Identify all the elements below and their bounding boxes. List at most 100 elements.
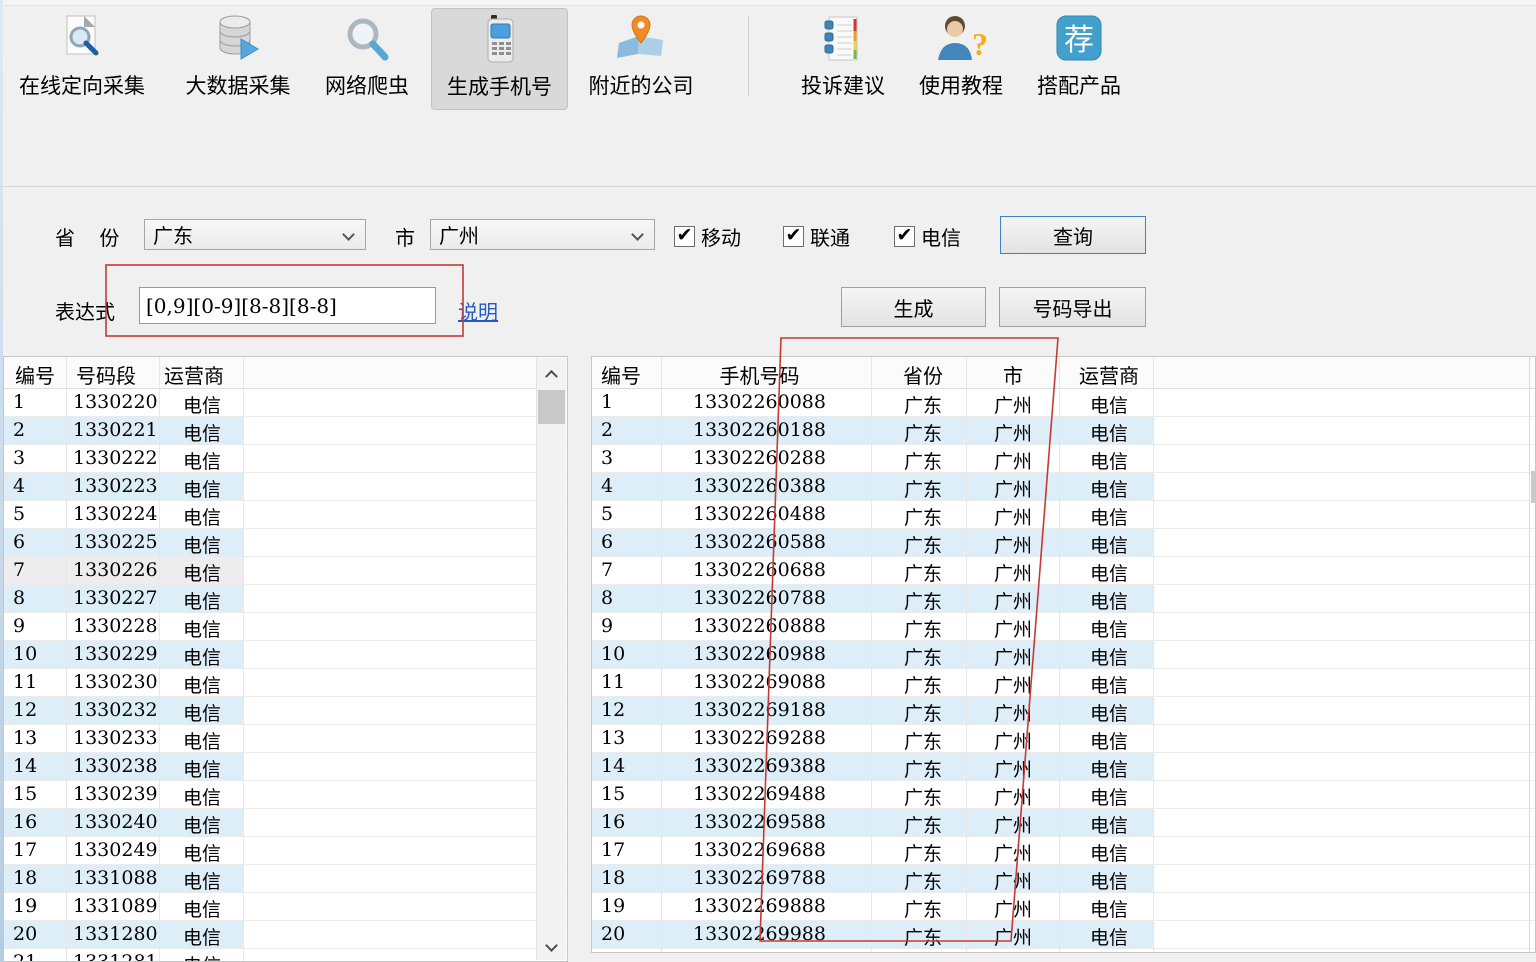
cell-city: 广州: [973, 503, 1053, 530]
scroll-up-button[interactable]: [537, 360, 566, 386]
segment-table-row[interactable]: 7 1330226 电信: [4, 557, 567, 585]
segment-table-row[interactable]: 9 1330228 电信: [4, 613, 567, 641]
segment-table-row[interactable]: 14 1330238 电信: [4, 753, 567, 781]
scrollbar-thumb[interactable]: [1531, 471, 1536, 503]
segment-table-row[interactable]: 5 1330224 电信: [4, 501, 567, 529]
toolbar-item-feedback[interactable]: 投诉建议: [787, 8, 899, 110]
segment-table-scrollbar[interactable]: [536, 358, 566, 960]
phone-table-row[interactable]: 16 13302269588 广东 广州 电信: [592, 809, 1535, 837]
toolbar-item-label: 网络爬虫: [325, 70, 409, 100]
phone-table-row[interactable]: 4 13302260388 广东 广州 电信: [592, 473, 1535, 501]
segment-table-row[interactable]: 4 1330223 电信: [4, 473, 567, 501]
cell-carrier: 电信: [1064, 923, 1154, 950]
cell-index: 20: [13, 923, 37, 945]
cell-segment: 1330232: [73, 699, 158, 721]
segment-table-row[interactable]: 16 1330240 电信: [4, 809, 567, 837]
cell-index: 11: [13, 671, 37, 693]
scrollbar-thumb[interactable]: [538, 390, 565, 424]
phone-table-row[interactable]: 10 13302260988 广东 广州 电信: [592, 641, 1535, 669]
phone-table-scrollbar[interactable]: [1529, 357, 1530, 952]
segment-table-row[interactable]: 20 1331280 电信: [4, 921, 567, 949]
segment-table-row[interactable]: 17 1330249 电信: [4, 837, 567, 865]
segment-table-row[interactable]: 11 1330230 电信: [4, 669, 567, 697]
province-select[interactable]: 广东: [144, 219, 366, 250]
cell-carrier: 电信: [1064, 615, 1154, 642]
scroll-down-button[interactable]: [537, 932, 566, 958]
phone-table: 编号 手机号码 省份 市 运营商 1 13302260088 广东 广州 电信 …: [591, 356, 1536, 953]
expression-input[interactable]: [139, 287, 436, 324]
cell-index: 5: [13, 503, 25, 525]
toolbar-item-nearby-companies[interactable]: 附近的公司: [580, 8, 702, 110]
cell-segment: 1331088: [73, 867, 158, 889]
carrier-checkbox-telecom[interactable]: ✔: [894, 226, 915, 247]
phone-table-row[interactable]: 17 13302269688 广东 广州 电信: [592, 837, 1535, 865]
cell-province: 广东: [873, 755, 973, 782]
phone-table-row[interactable]: 13 13302269288 广东 广州 电信: [592, 725, 1535, 753]
segment-table-row[interactable]: 12 1330232 电信: [4, 697, 567, 725]
segment-table-row[interactable]: 3 1330222 电信: [4, 445, 567, 473]
column-header-index[interactable]: 编号: [15, 360, 55, 389]
column-header-carrier[interactable]: 运营商: [164, 360, 224, 389]
tutorial-person-icon: ?: [933, 12, 989, 68]
checkmark-icon: ✔: [897, 226, 913, 245]
phone-table-row[interactable]: 7 13302260688 广东 广州 电信: [592, 557, 1535, 585]
toolbar-item-products[interactable]: 荐 搭配产品: [1023, 8, 1135, 110]
segment-table-row[interactable]: 19 1331089 电信: [4, 893, 567, 921]
svg-text:?: ?: [972, 26, 988, 62]
segment-table-row[interactable]: 13 1330233 电信: [4, 725, 567, 753]
phone-table-row[interactable]: 2 13302260188 广东 广州 电信: [592, 417, 1535, 445]
phone-table-row[interactable]: 9 13302260888 广东 广州 电信: [592, 613, 1535, 641]
phone-table-row[interactable]: 6 13302260588 广东 广州 电信: [592, 529, 1535, 557]
cell-carrier: 电信: [183, 727, 221, 754]
phone-table-row[interactable]: 11 13302269088 广东 广州 电信: [592, 669, 1535, 697]
toolbar-item-web-crawler[interactable]: 网络爬虫: [311, 8, 423, 110]
phone-table-row[interactable]: 3 13302260288 广东 广州 电信: [592, 445, 1535, 473]
phone-table-row[interactable]: 1 13302260088 广东 广州 电信: [592, 389, 1535, 417]
cell-phone: 13302269288: [652, 727, 867, 749]
segment-table-row[interactable]: 1 1330220 电信: [4, 389, 567, 417]
segment-table-row[interactable]: 15 1330239 电信: [4, 781, 567, 809]
phone-table-row[interactable]: 20 13302269988 广东 广州 电信: [592, 921, 1535, 949]
toolbar-item-generate-phone[interactable]: 生成手机号: [431, 8, 568, 110]
generate-button[interactable]: 生成: [841, 287, 986, 327]
column-header-phone[interactable]: 手机号码: [652, 360, 867, 389]
cell-city: 广州: [973, 755, 1053, 782]
cell-segment: 1330226: [73, 559, 158, 581]
carrier-checkbox-unicom[interactable]: ✔: [783, 226, 804, 247]
column-header-province[interactable]: 省份: [873, 360, 973, 389]
carrier-checkbox-mobile[interactable]: ✔: [674, 226, 695, 247]
column-header-carrier[interactable]: 运营商: [1064, 360, 1154, 389]
cell-segment: 1330249: [73, 839, 158, 861]
phone-table-row[interactable]: 14 13302269388 广东 广州 电信: [592, 753, 1535, 781]
toolbar-item-online-collect[interactable]: 在线定向采集: [6, 8, 158, 110]
phone-table-row[interactable]: 19 13302269888 广东 广州 电信: [592, 893, 1535, 921]
segment-table-row[interactable]: 6 1330225 电信: [4, 529, 567, 557]
toolbar-item-tutorial[interactable]: ? 使用教程: [905, 8, 1017, 110]
phone-table-row[interactable]: 18 13302269788 广东 广州 电信: [592, 865, 1535, 893]
export-button[interactable]: 号码导出: [999, 287, 1146, 327]
segment-table-row[interactable]: 8 1330227 电信: [4, 585, 567, 613]
query-button[interactable]: 查询: [1000, 216, 1146, 254]
segment-table-row[interactable]: 21 1331281 电信: [4, 949, 567, 962]
column-header-segment[interactable]: 号码段: [76, 360, 136, 389]
column-header-index[interactable]: 编号: [601, 360, 641, 389]
cell-index: 19: [13, 895, 37, 917]
city-select[interactable]: 广州: [430, 219, 655, 250]
phone-table-row[interactable]: 5 13302260488 广东 广州 电信: [592, 501, 1535, 529]
segment-table-row[interactable]: 10 1330229 电信: [4, 641, 567, 669]
phone-table-row[interactable]: 15 13302269488 广东 广州 电信: [592, 781, 1535, 809]
segment-table-row[interactable]: 18 1331088 电信: [4, 865, 567, 893]
phone-table-row[interactable]: 12 13302269188 广东 广州 电信: [592, 697, 1535, 725]
column-header-city[interactable]: 市: [973, 360, 1053, 389]
cell-index: 17: [13, 839, 37, 861]
toolbar-item-bigdata-collect[interactable]: 大数据采集: [172, 8, 304, 110]
help-link[interactable]: 说明: [458, 296, 498, 325]
cell-segment: 1330220: [73, 391, 158, 413]
cell-city: 广州: [973, 475, 1053, 502]
cell-city: 广州: [973, 811, 1053, 838]
cell-index: 10: [13, 643, 37, 665]
cell-phone: 13302269388: [652, 755, 867, 777]
phone-table-row[interactable]: 8 13302260788 广东 广州 电信: [592, 585, 1535, 613]
segment-table-row[interactable]: 2 1330221 电信: [4, 417, 567, 445]
cell-index: 13: [13, 727, 37, 749]
